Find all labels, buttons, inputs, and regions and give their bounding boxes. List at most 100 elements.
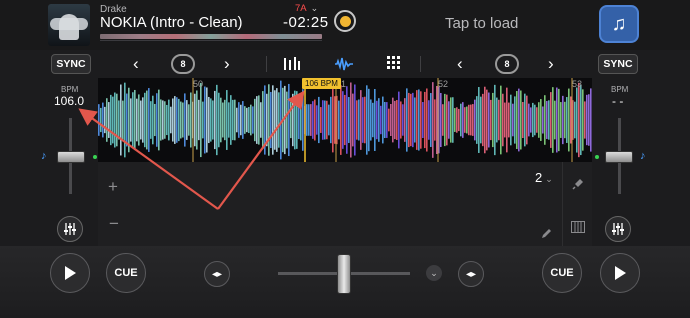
zoom-out-button[interactable]: − (109, 214, 119, 234)
waveform-bar (518, 88, 520, 152)
pencil-icon[interactable] (540, 228, 552, 243)
crossfader[interactable] (337, 254, 351, 294)
waveform-bar (162, 100, 164, 140)
waveform-bar (412, 92, 414, 148)
chevron-left-icon[interactable]: ‹ (457, 55, 463, 72)
waveform-bar (274, 90, 276, 150)
deck-a-mixer-button[interactable] (57, 216, 83, 242)
deck-b-pitch-slider[interactable] (605, 151, 633, 163)
deck-b-load-prompt[interactable]: Tap to load (445, 15, 518, 32)
waveform-bar (568, 88, 570, 152)
music-library-button[interactable]: ♫ (599, 5, 639, 43)
deck-b-mixer-button[interactable] (605, 216, 631, 242)
waveform-bar (180, 101, 182, 139)
divider (562, 162, 563, 246)
waveform-bar (536, 107, 538, 133)
crossfader-options-button[interactable]: ⌄ (426, 265, 442, 281)
waveform-bar (292, 93, 294, 147)
waveform-bar (462, 102, 464, 138)
waveform-bar (340, 85, 342, 155)
waveform-bar (370, 99, 372, 141)
deck-a-bpm-value: 106.0 (54, 94, 85, 108)
music-note-icon: ♪ (41, 150, 47, 162)
waveform-bar (472, 104, 474, 136)
album-art[interactable] (48, 4, 90, 46)
waveform-bar (398, 91, 400, 149)
waveform-bar (252, 106, 254, 134)
waveform-bar (244, 106, 246, 134)
waveform-bar (440, 92, 442, 148)
divider (266, 56, 267, 72)
waveform-bar (474, 99, 476, 141)
waveform-bar (424, 91, 426, 149)
deck-a-loop-button[interactable]: 8 (171, 54, 195, 74)
waveform-bar (390, 104, 392, 136)
deck-b-sync-button[interactable]: SYNC (598, 54, 638, 74)
waveform-bar (542, 106, 544, 134)
waveform-icon[interactable] (334, 56, 354, 72)
waveform-bar (588, 94, 590, 146)
waveform-bar (554, 100, 556, 140)
waveform-bar (348, 97, 350, 143)
waveform-bar (176, 97, 178, 143)
waveform-bar (464, 107, 466, 133)
waveform-bar (196, 90, 198, 150)
waveform-bar (482, 93, 484, 147)
deck-a-nudge-button[interactable]: ◂▸ (204, 261, 230, 287)
music-note-icon: ♫ (611, 12, 627, 35)
waveform-bar (498, 99, 500, 141)
deck-b-cue-button[interactable]: CUE (542, 253, 582, 293)
chevron-left-icon[interactable]: ‹ (133, 55, 139, 72)
waveform-bar (166, 104, 168, 136)
track-overview-waveform[interactable] (100, 34, 322, 39)
zoom-in-button[interactable]: + (108, 177, 118, 197)
deck-a-cue-button[interactable]: CUE (106, 253, 146, 293)
waveform-bar (110, 94, 112, 146)
deck-a-waveform[interactable] (98, 78, 592, 162)
waveform-bar (140, 100, 142, 140)
waveform-bar (522, 101, 524, 139)
mic-icon[interactable] (572, 178, 584, 193)
waveform-bar (578, 82, 580, 158)
deck-a-play-button[interactable] (50, 253, 90, 293)
waveform-bar (332, 87, 334, 153)
chevron-right-icon[interactable]: › (548, 55, 554, 72)
waveform-bar (118, 100, 120, 140)
pad-area[interactable] (98, 162, 592, 246)
waveform-bar (268, 84, 270, 156)
waveform-bar (182, 102, 184, 138)
deck-a-sync-button[interactable]: SYNC (51, 54, 91, 74)
keyboard-icon[interactable] (571, 221, 585, 236)
waveform-bar (164, 101, 166, 139)
deck-b-nudge-button[interactable]: ◂▸ (458, 261, 484, 287)
waveform-bar (492, 92, 494, 148)
waveform-bar (218, 92, 220, 148)
pad-bank-selector[interactable]: 2 ⌄ (535, 170, 553, 185)
waveform-bar (122, 100, 124, 140)
eq-icon[interactable] (282, 56, 302, 72)
waveform-bar (358, 99, 360, 141)
waveform-bar (532, 102, 534, 138)
chevron-right-icon[interactable]: › (224, 55, 230, 72)
waveform-bar (500, 85, 502, 155)
waveform-bar (538, 102, 540, 138)
waveform-bar (476, 96, 478, 144)
waveform-bar (154, 103, 156, 137)
waveform-bar (466, 106, 468, 134)
playing-indicator[interactable] (334, 10, 356, 32)
deck-a-pitch-slider[interactable] (57, 151, 85, 163)
waveform-bar (520, 90, 522, 150)
waveform-bar (544, 95, 546, 145)
waveform-bar (272, 85, 274, 155)
waveform-bar (402, 104, 404, 136)
waveform-bar (214, 90, 216, 150)
waveform-bar (108, 102, 110, 138)
waveform-bar (590, 88, 592, 152)
waveform-bar (558, 88, 560, 152)
deck-b-loop-button[interactable]: 8 (495, 54, 519, 74)
waveform-bar (416, 90, 418, 150)
waveform-bar (450, 97, 452, 143)
grid-icon[interactable] (386, 55, 402, 71)
deck-b-play-button[interactable] (600, 253, 640, 293)
waveform-bar (104, 106, 106, 134)
